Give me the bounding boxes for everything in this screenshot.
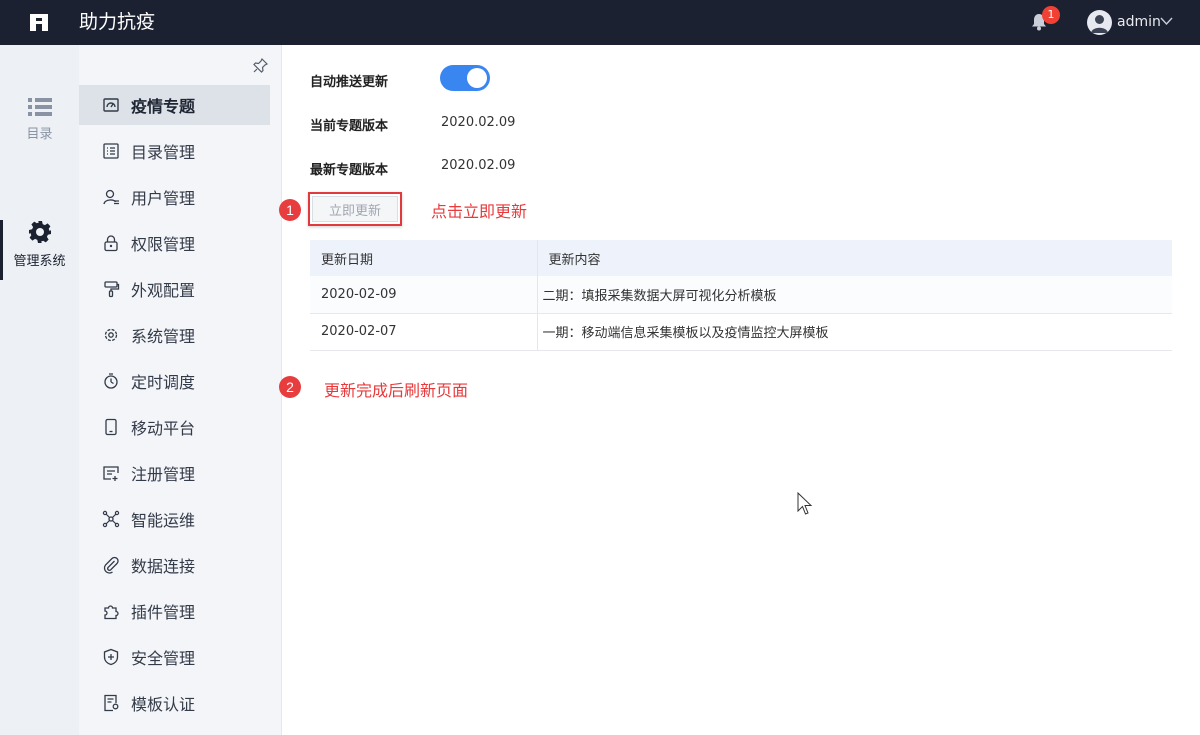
register-icon [103, 466, 119, 481]
menu-item-label: 智能运维 [131, 511, 196, 530]
menu-item-label: 注册管理 [131, 465, 196, 484]
catalog-icon [103, 143, 119, 159]
table-row: 2020-02-09 二期：填报采集数据大屏可视化分析模板 [310, 276, 1172, 314]
menu-item-mobile[interactable]: 移动平台 [79, 407, 270, 447]
app-title: 助力抗疫 [79, 11, 156, 33]
update-date-cell: 2020-02-09 [310, 276, 538, 314]
list-icon [27, 98, 52, 116]
column-header-content: 更新内容 [537, 240, 1172, 276]
toggle-knob [467, 68, 487, 88]
primary-rail: 目录 管理系统 [0, 45, 79, 735]
menu-item-catalog[interactable]: 目录管理 [79, 131, 270, 171]
menu-item-scheduler[interactable]: 定时调度 [79, 361, 270, 401]
user-name[interactable]: admin [1117, 13, 1161, 31]
current-version-label: 当前专题版本 [310, 119, 389, 134]
menu-item-security[interactable]: 安全管理 [79, 637, 270, 677]
lock-icon [104, 235, 118, 252]
menu-item-label: 定时调度 [131, 373, 196, 392]
step-1-instruction: 点击立即更新 [431, 202, 528, 221]
menu-item-ops[interactable]: 智能运维 [79, 499, 270, 539]
brush-icon [104, 281, 120, 298]
certificate-icon [104, 694, 119, 712]
tablet-icon [105, 418, 117, 436]
menu-item-appearance[interactable]: 外观配置 [79, 269, 270, 309]
menu-item-label: 外观配置 [131, 281, 196, 300]
update-log-table: 更新日期 更新内容 2020-02-09 二期：填报采集数据大屏可视化分析模板 … [310, 240, 1172, 351]
update-content-cell: 二期：填报采集数据大屏可视化分析模板 [537, 276, 1172, 314]
current-version-value: 2020.02.09 [441, 115, 516, 130]
update-content-cell: 一期：移动端信息采集模板以及疫情监控大屏模板 [537, 313, 1172, 351]
mouse-cursor-icon [797, 492, 813, 515]
table-row: 2020-02-07 一期：移动端信息采集模板以及疫情监控大屏模板 [310, 313, 1172, 351]
top-bar: 助力抗疫 1 admin [0, 0, 1200, 45]
column-header-date: 更新日期 [310, 240, 538, 276]
update-now-button[interactable]: 立即更新 [312, 196, 398, 222]
dashboard-icon [103, 98, 119, 112]
step-2-marker: 2 [279, 376, 301, 398]
menu-item-label: 数据连接 [131, 557, 196, 576]
menu-item-label: 疫情专题 [131, 97, 196, 116]
menu-item-epidemic[interactable]: 疫情专题 [79, 85, 270, 125]
step-1-marker: 1 [279, 199, 301, 221]
menu-item-registration[interactable]: 注册管理 [79, 453, 270, 493]
avatar[interactable] [1087, 10, 1112, 35]
menu-item-label: 模板认证 [131, 695, 196, 714]
rail-item-management[interactable]: 管理系统 [0, 220, 79, 270]
menu-item-label: 移动平台 [131, 419, 196, 438]
timer-icon [104, 373, 118, 389]
latest-version-value: 2020.02.09 [441, 158, 516, 173]
menu-item-label: 插件管理 [131, 603, 196, 622]
notification-badge: 1 [1042, 6, 1060, 24]
menu-item-label: 用户管理 [131, 189, 196, 208]
secondary-menu: 疫情专题 目录管理 用户管理 权限管理 外观配置 系统管理 定时调度 移动平台 … [79, 45, 282, 735]
auto-push-toggle[interactable] [440, 65, 490, 91]
menu-item-system[interactable]: 系统管理 [79, 315, 270, 355]
paperclip-icon [103, 556, 119, 574]
menu-item-permissions[interactable]: 权限管理 [79, 223, 270, 263]
user-icon [103, 189, 119, 205]
gear-icon [104, 328, 118, 342]
shield-icon [103, 648, 119, 666]
rail-item-label: 管理系统 [13, 254, 66, 269]
update-date-cell: 2020-02-07 [310, 313, 538, 351]
menu-item-plugins[interactable]: 插件管理 [79, 591, 270, 631]
menu-item-template-cert[interactable]: 模板认证 [79, 683, 270, 723]
step-2-instruction: 更新完成后刷新页面 [324, 381, 469, 400]
user-avatar-icon [1091, 15, 1108, 33]
chevron-down-icon[interactable] [1160, 16, 1173, 26]
menu-item-label: 权限管理 [131, 235, 196, 254]
menu-item-label: 系统管理 [131, 327, 196, 346]
puzzle-icon [104, 605, 119, 620]
menu-item-users[interactable]: 用户管理 [79, 177, 270, 217]
auto-push-label: 自动推送更新 [310, 75, 389, 90]
network-icon [102, 510, 120, 528]
pin-icon[interactable] [253, 58, 268, 73]
update-button-highlight: 立即更新 [308, 192, 402, 226]
menu-item-label: 安全管理 [131, 649, 196, 668]
app-logo-icon[interactable] [28, 11, 50, 33]
latest-version-label: 最新专题版本 [310, 163, 389, 178]
rail-item-label: 目录 [26, 127, 53, 142]
gear-icon [28, 221, 51, 243]
menu-item-data-connection[interactable]: 数据连接 [79, 545, 270, 585]
rail-item-catalog[interactable]: 目录 [0, 97, 79, 143]
main-content: 自动推送更新 当前专题版本 2020.02.09 最新专题版本 2020.02.… [279, 45, 1200, 735]
table-header-row: 更新日期 更新内容 [310, 240, 1172, 276]
menu-item-label: 目录管理 [131, 143, 196, 162]
